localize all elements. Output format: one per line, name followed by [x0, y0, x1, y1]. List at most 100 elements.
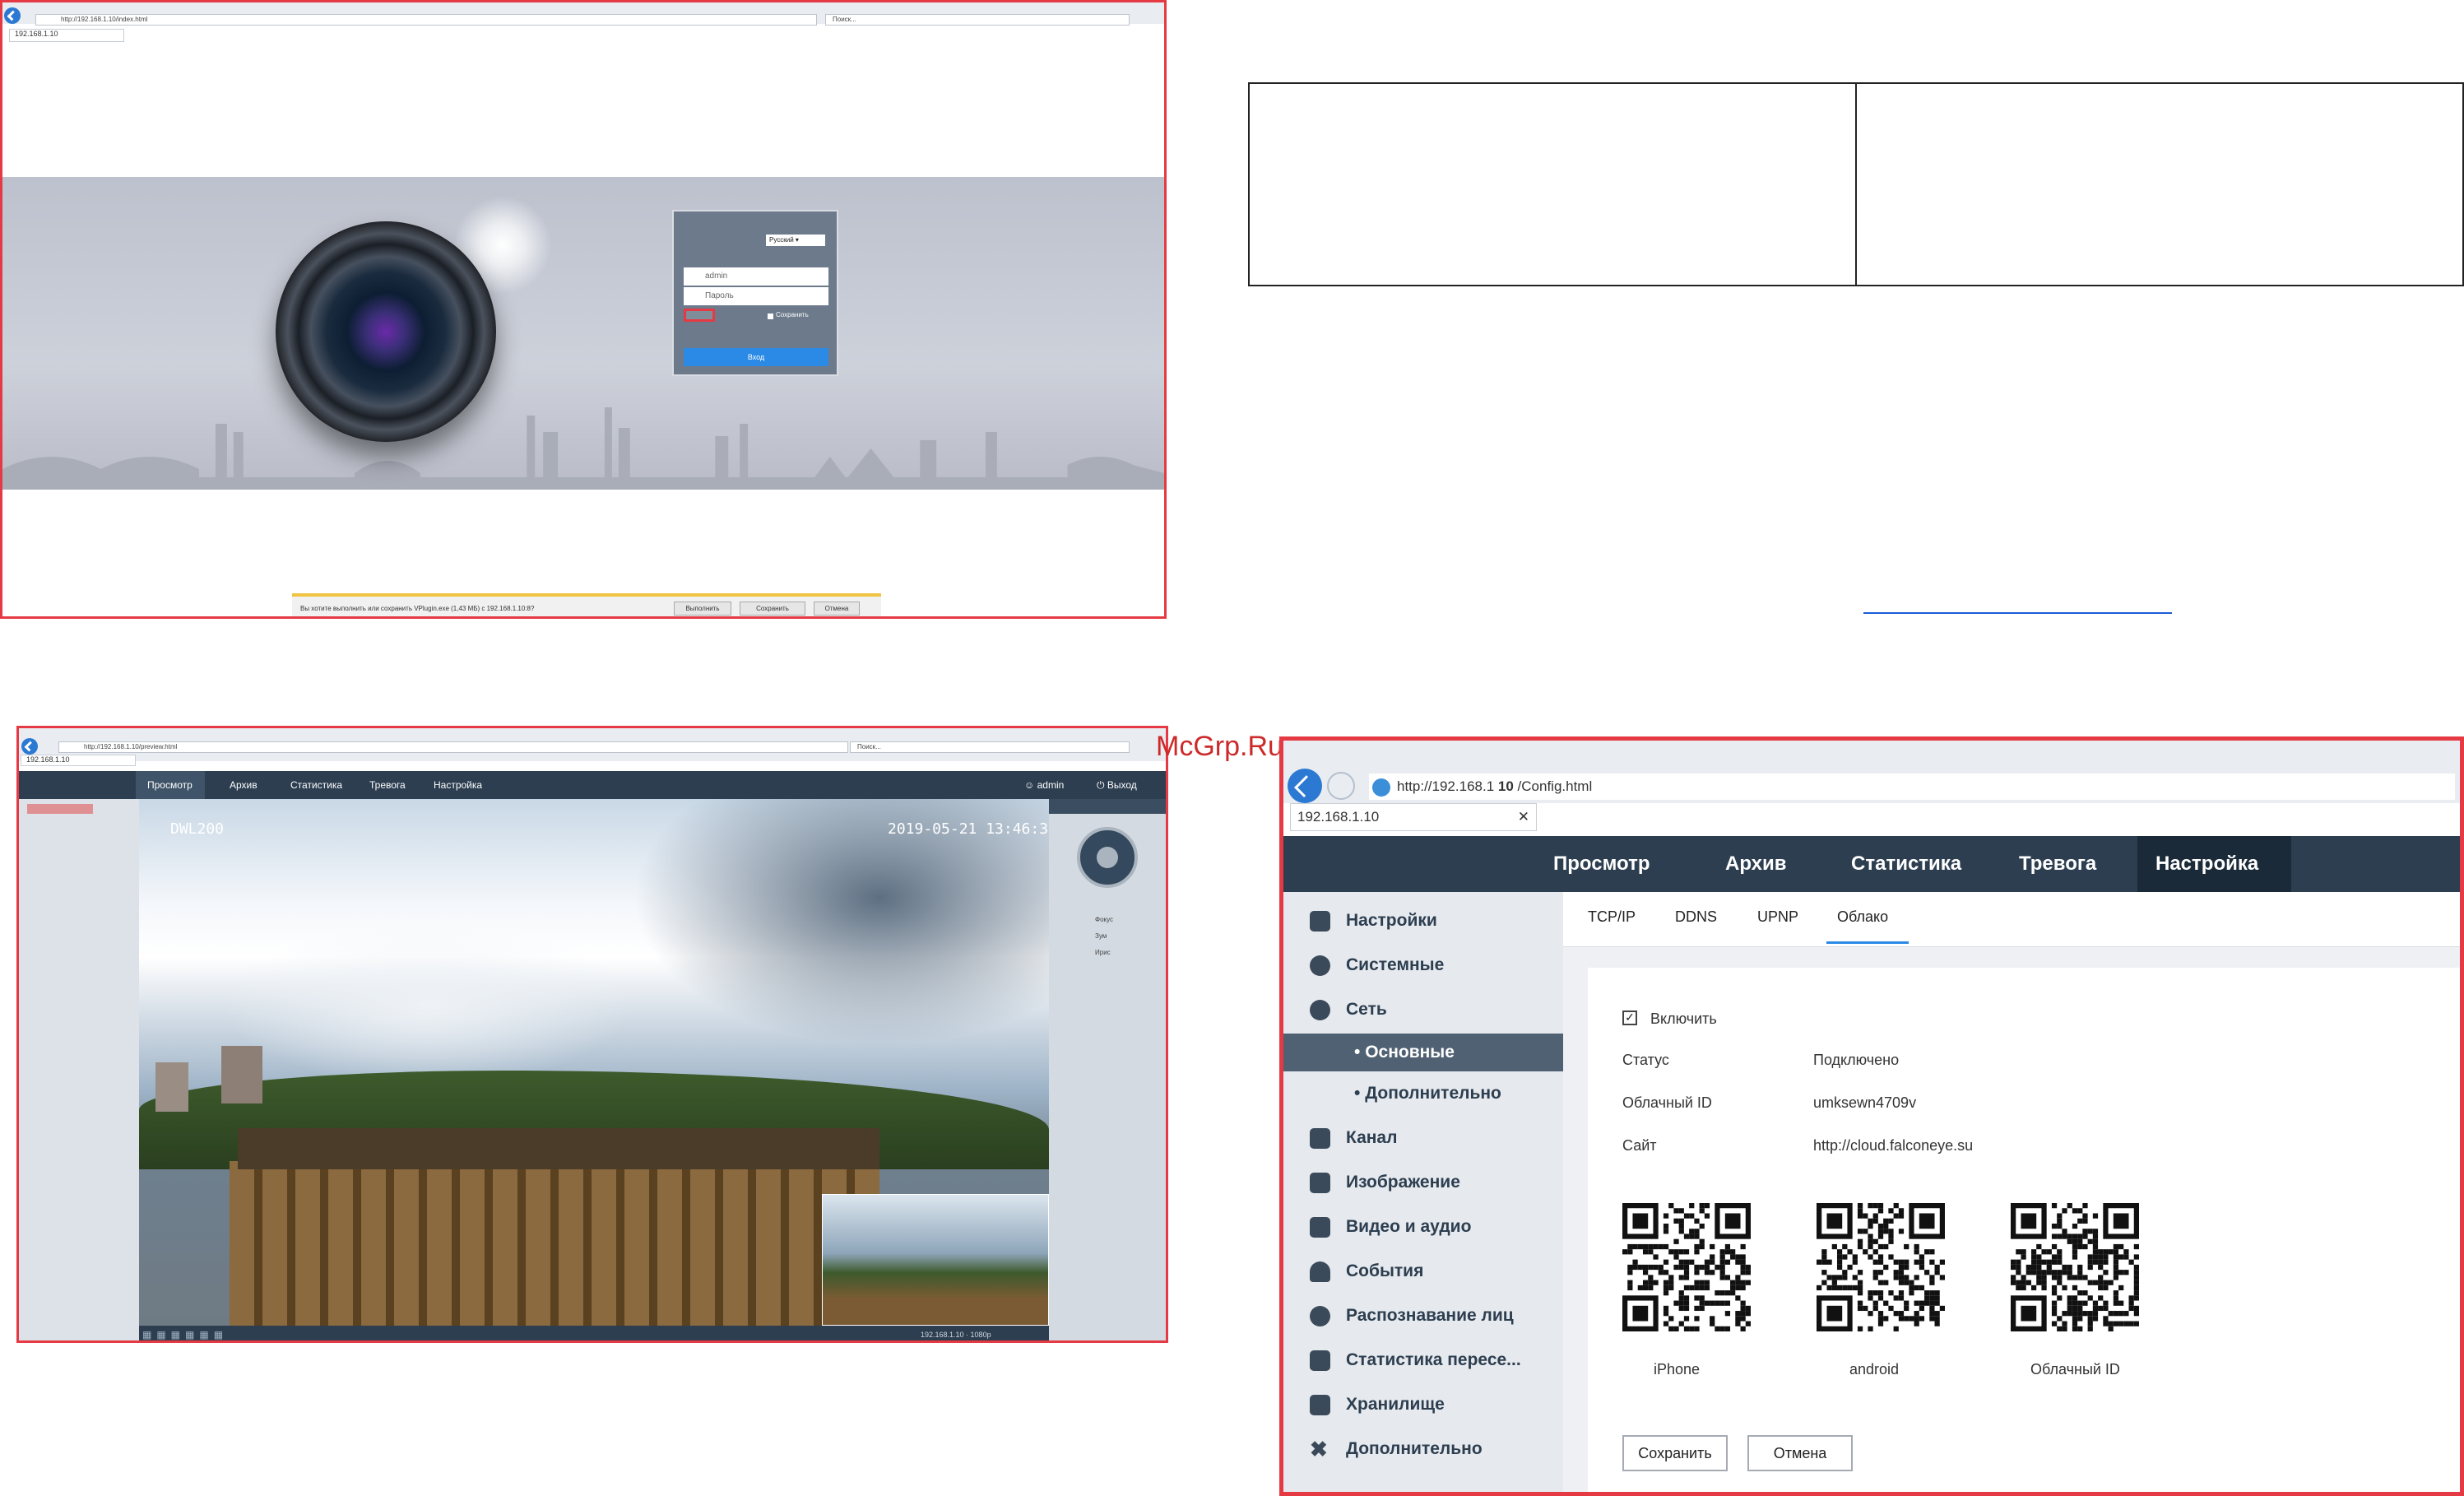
- language-select[interactable]: Русский ▾: [766, 235, 825, 246]
- sidebar-item-channel[interactable]: Канал: [1283, 1117, 1563, 1159]
- subtab-upnp[interactable]: UPNP: [1757, 908, 1798, 926]
- sidebar-subitem-advanced[interactable]: • Дополнительно: [1283, 1073, 1563, 1114]
- language-value: Русский: [769, 236, 794, 244]
- address-path: /Config.html: [1517, 778, 1593, 794]
- timestamp: 2019-05-21 13:46:33: [888, 820, 1049, 838]
- channel-item[interactable]: [27, 804, 93, 814]
- subtab-ddns[interactable]: DDNS: [1675, 908, 1717, 926]
- sidebar-item-storage[interactable]: Хранилище: [1283, 1384, 1563, 1425]
- city-skyline: [2, 407, 1164, 490]
- camera-name: DWL200: [170, 820, 225, 838]
- search-field[interactable]: Поиск...: [850, 741, 1130, 753]
- nav-preview[interactable]: Просмотр: [1553, 853, 1650, 876]
- view-toolbar: ▦▦▦▦▦▦ 192.168.1.10 · 1080p: [139, 1326, 1049, 1340]
- ptz-zoom-label: Зум: [1095, 932, 1107, 940]
- run-button[interactable]: Выполнить: [674, 602, 731, 616]
- sidebar-item-network[interactable]: Сеть: [1283, 989, 1563, 1030]
- sidebar-item-label: События: [1346, 1261, 1424, 1280]
- subtab-active-underline: [1826, 941, 1909, 944]
- enable-checkbox[interactable]: ✓: [1622, 1010, 1637, 1025]
- address-bar[interactable]: http://192.168.1.10/preview.html: [58, 741, 848, 753]
- subtab-cloud[interactable]: Облако: [1837, 908, 1888, 926]
- channel-sidebar: [19, 799, 139, 1340]
- cancel-button[interactable]: Отмена: [814, 602, 860, 616]
- nav-settings[interactable]: Настройка: [2155, 853, 2258, 876]
- password-field[interactable]: Пароль: [684, 287, 828, 305]
- sidebar-item-label: Статистика пересе...: [1346, 1350, 1521, 1369]
- username-field[interactable]: admin: [684, 267, 828, 286]
- sidebar-item-counting-stats[interactable]: Статистика пересе...: [1283, 1340, 1563, 1381]
- nav-statistics[interactable]: Статистика: [290, 779, 342, 791]
- ptz-header: [1049, 799, 1166, 814]
- cloud: [221, 922, 633, 1087]
- sub-view-thumbnail[interactable]: [822, 1194, 1049, 1326]
- user-name: admin: [1037, 779, 1065, 791]
- address-bar[interactable]: http://192.168.1 10 /Config.html: [1369, 774, 2455, 800]
- nav-preview[interactable]: Просмотр: [147, 779, 193, 791]
- sidebar-subitem-label: • Дополнительно: [1354, 1084, 1501, 1103]
- sidebar-item-advanced[interactable]: ✖ Дополнительно: [1283, 1429, 1563, 1470]
- back-button[interactable]: [1288, 769, 1322, 803]
- layout-icons[interactable]: ▦▦▦▦▦▦: [142, 1329, 228, 1340]
- sidebar-item-system[interactable]: Системные: [1283, 945, 1563, 986]
- logout-button[interactable]: ⏻ Выход: [1097, 779, 1137, 792]
- back-button[interactable]: [4, 7, 21, 24]
- sidebar-item-image[interactable]: Изображение: [1283, 1162, 1563, 1203]
- top-nav: Просмотр Архив Статистика Тревога Настро…: [19, 771, 1166, 799]
- nav-settings[interactable]: Настройка: [434, 779, 482, 791]
- search-field[interactable]: Поиск...: [825, 14, 1130, 26]
- nav-archive[interactable]: Архив: [230, 779, 258, 791]
- login-button[interactable]: Вход: [684, 348, 828, 366]
- ptz-iris-label: Ирис: [1095, 949, 1111, 956]
- cloud-id-label: Облачный ID: [1622, 1094, 1712, 1111]
- browser-tab[interactable]: 192.168.1.10: [9, 29, 124, 42]
- nav-statistics[interactable]: Статистика: [1851, 853, 1961, 876]
- ie-icon: [1372, 778, 1390, 797]
- enable-label: Включить: [1650, 1010, 1717, 1027]
- qr-code-android: [1817, 1203, 1945, 1331]
- logout-label: Выход: [1107, 779, 1137, 791]
- browser-tab[interactable]: 192.168.1.10: [21, 755, 136, 766]
- ptz-joystick-center[interactable]: [1097, 847, 1118, 868]
- qr-code-cloud-id: [2011, 1203, 2139, 1331]
- info-icon: [1310, 955, 1330, 976]
- remember-checkbox[interactable]: [768, 314, 773, 319]
- ptz-panel: Фокус Зум Ирис: [1049, 799, 1166, 1340]
- table-cell-left: [1248, 82, 1857, 286]
- save-button[interactable]: Сохранить: [1622, 1435, 1728, 1471]
- cancel-button[interactable]: Отмена: [1747, 1435, 1853, 1471]
- plugin-download-button[interactable]: [684, 309, 715, 322]
- distant-building: [221, 1046, 262, 1103]
- sidebar-item-video-audio[interactable]: Видео и аудио: [1283, 1206, 1563, 1247]
- viewer-screenshot: http://192.168.1.10/preview.html Поиск..…: [16, 726, 1168, 1343]
- sidebar-item-label: Дополнительно: [1346, 1439, 1483, 1458]
- login-screenshot: http://192.168.1.10/index.html Поиск... …: [0, 0, 1167, 619]
- forward-button[interactable]: [1327, 772, 1355, 800]
- save-button[interactable]: Сохранить: [740, 602, 805, 616]
- sidebar-item-label: Хранилище: [1346, 1395, 1445, 1414]
- qr-label-cloud-id: Облачный ID: [2030, 1361, 2120, 1378]
- sidebar-item-label: Видео и аудио: [1346, 1217, 1472, 1236]
- config-screenshot: http://192.168.1 10 /Config.html 192.168…: [1279, 736, 2464, 1496]
- sidebar-subitem-basic[interactable]: • Основные: [1283, 1034, 1563, 1071]
- qr-label-iphone: iPhone: [1654, 1361, 1701, 1378]
- camera-live-view[interactable]: DWL200 2019-05-21 13:46:33: [139, 799, 1049, 1326]
- tab-close-icon[interactable]: ✕: [1518, 804, 1529, 830]
- table-cell-right: [1855, 82, 2464, 286]
- qr-code-iphone: [1622, 1203, 1751, 1331]
- nav-alarm[interactable]: Тревога: [2019, 853, 2096, 876]
- sidebar-item-label: Системные: [1346, 955, 1445, 974]
- download-bar: Вы хотите выполнить или сохранить VPlugi…: [292, 593, 881, 616]
- channel-icon: [1310, 1128, 1330, 1149]
- sidebar-item-face-recognition[interactable]: Распознавание лиц: [1283, 1295, 1563, 1336]
- nav-archive[interactable]: Архив: [1725, 853, 1787, 876]
- address-bar[interactable]: http://192.168.1.10/index.html: [35, 14, 817, 26]
- browser-tab[interactable]: 192.168.1.10 ✕: [1290, 803, 1537, 831]
- back-button[interactable]: [21, 738, 38, 755]
- ptz-focus-label: Фокус: [1095, 916, 1114, 923]
- nav-alarm[interactable]: Тревога: [369, 779, 406, 791]
- sidebar-item-events[interactable]: События: [1283, 1251, 1563, 1292]
- subtab-tcpip[interactable]: TCP/IP: [1588, 908, 1636, 926]
- settings-sidebar: Настройки Системные Сеть • Основные • До…: [1283, 892, 1563, 1492]
- remember-label: Сохранить: [776, 311, 809, 318]
